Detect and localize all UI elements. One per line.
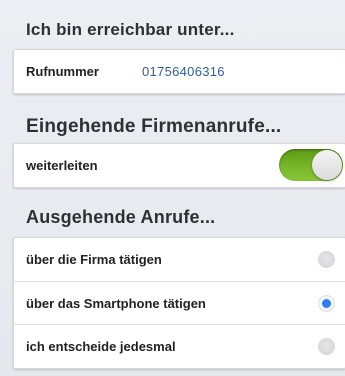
option-label-smartphone: über das Smartphone tätigen [26, 295, 206, 311]
phone-number-label: Rufnummer [26, 64, 99, 79]
radio-smartphone[interactable] [318, 295, 335, 312]
option-label-decide: ich entscheide jedesmal [26, 338, 176, 354]
forward-label: weiterleiten [26, 158, 98, 173]
option-row-decide[interactable]: ich entscheide jedesmal [14, 324, 345, 367]
phone-number-row[interactable]: Rufnummer 01756406316 [14, 50, 345, 93]
option-label-company: über die Firma tätigen [26, 252, 162, 267]
phone-number-field[interactable]: 01756406316 [142, 64, 272, 79]
incoming-section-title: Eingehende Firmenanrufe... [26, 116, 282, 137]
forward-card: weiterleiten [13, 143, 345, 188]
outgoing-section-title: Ausgehende Anrufe... [26, 207, 216, 227]
outgoing-options-card: über die Firma tätigen über das Smartpho… [13, 237, 345, 369]
radio-company[interactable] [318, 251, 335, 268]
phone-number-card: Rufnummer 01756406316 [13, 49, 345, 94]
option-row-company[interactable]: über die Firma tätigen [14, 238, 345, 281]
option-row-smartphone[interactable]: über das Smartphone tätigen [14, 281, 345, 324]
reachable-section-title: Ich bin erreichbar unter... [26, 20, 235, 39]
settings-screen: Ich bin erreichbar unter... Rufnummer 01… [0, 0, 345, 376]
forward-toggle[interactable] [279, 149, 343, 181]
forward-row: weiterleiten [14, 144, 345, 187]
radio-decide[interactable] [318, 338, 335, 355]
toggle-knob [312, 150, 342, 180]
